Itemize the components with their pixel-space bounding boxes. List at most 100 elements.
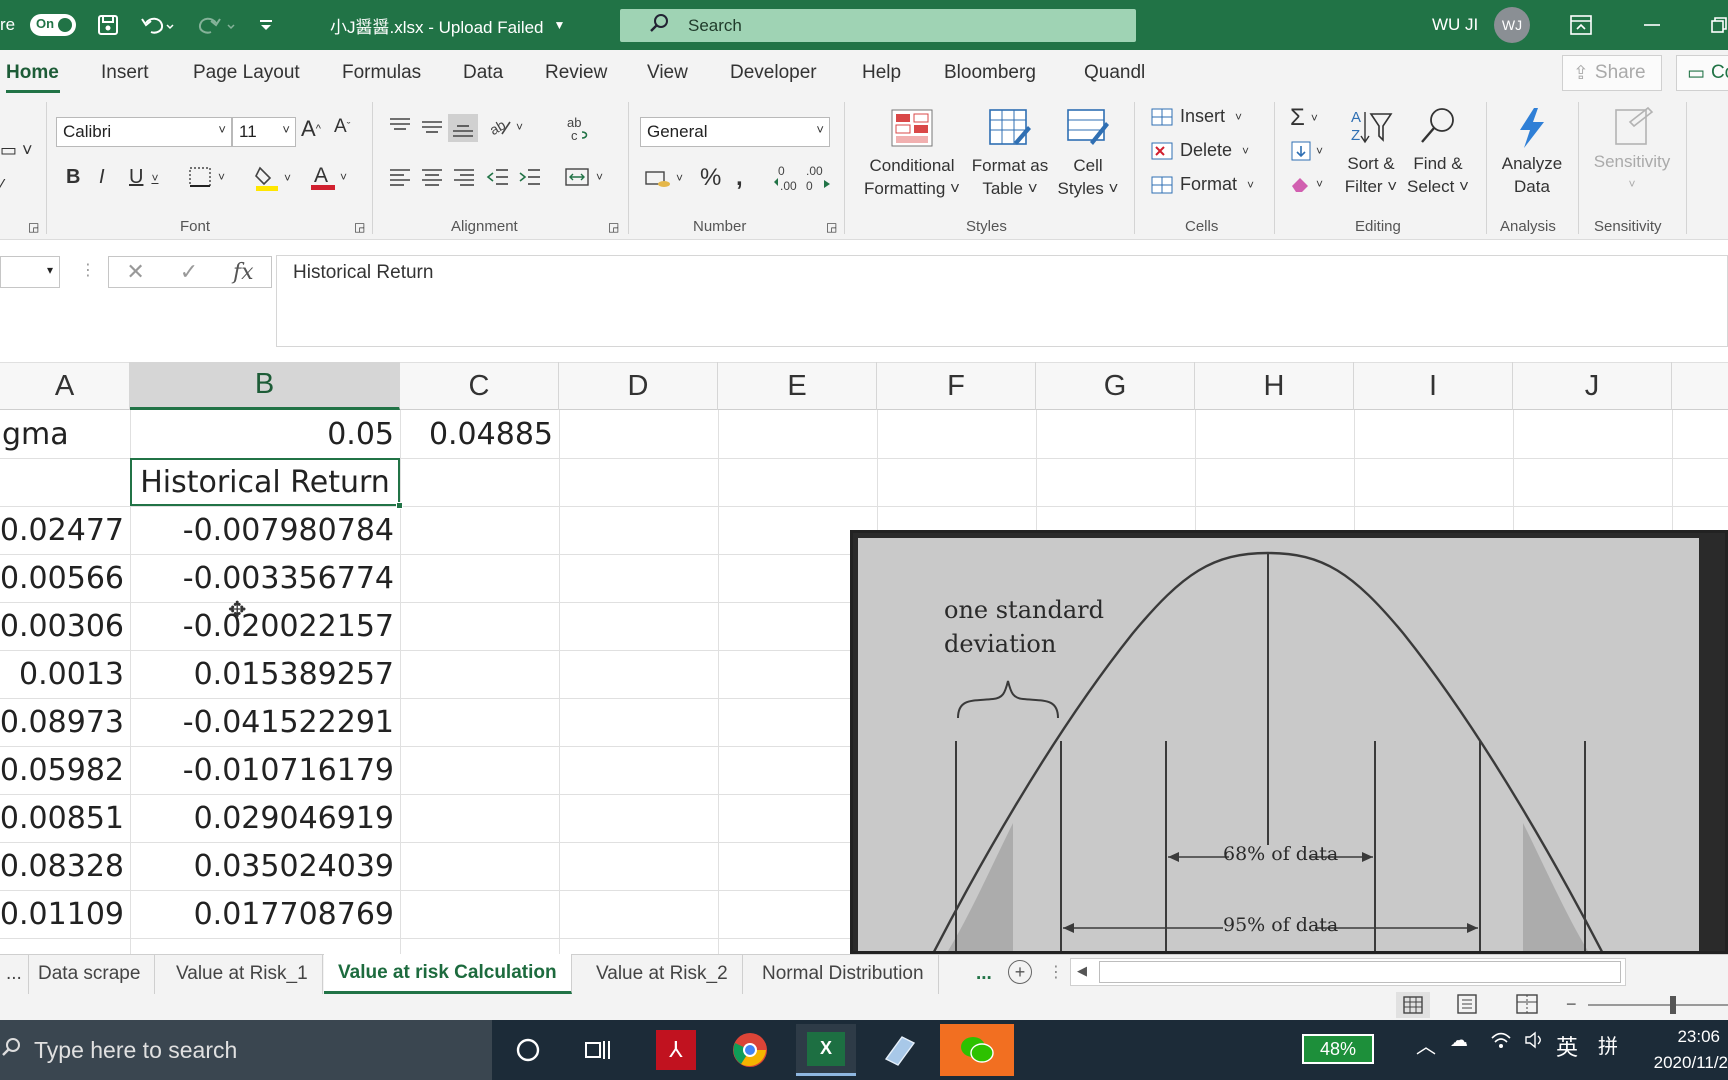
format-painter-icon[interactable]: ⁄ [0,176,3,197]
normal-view-icon[interactable] [1396,992,1430,1018]
wechat-icon[interactable] [940,1024,1014,1076]
zoom-slider-thumb[interactable] [1670,996,1676,1014]
insert-cells-button[interactable]: Insert ˅ [1150,106,1242,127]
sheet-tab-normal-distribution[interactable]: Normal Distribution [748,954,939,994]
redo-icon[interactable] [196,0,240,50]
user-name[interactable]: WU JI [1432,0,1478,50]
ribbon-display-icon[interactable] [1570,0,1592,50]
cell-b9[interactable]: 0.029046919 [130,794,400,842]
column-header-b[interactable]: B [130,362,400,410]
column-header-h[interactable]: H [1195,362,1354,410]
customize-qat-icon[interactable] [258,0,274,50]
taskbar-search-box[interactable]: Type here to search [0,1020,492,1080]
font-size-combo[interactable]: 11 ˅ [232,117,296,147]
cell-a3[interactable]: -0.02477 [0,506,130,554]
sheet-tab-value-at-risk-calculation[interactable]: Value at risk Calculation [324,954,572,994]
sheet-tabs-more[interactable]: ... [962,954,1006,994]
cell-a5[interactable]: -0.00306 [0,602,130,650]
tab-page-layout[interactable]: Page Layout [193,62,300,84]
cell-b7[interactable]: -0.041522291 [130,698,400,746]
decrease-indent-icon[interactable] [486,168,510,186]
tab-splitter-icon[interactable]: ⋮ [1048,962,1064,982]
autosum-icon[interactable]: Σ ˅ [1290,104,1318,132]
share-button[interactable]: ⇪ Share [1562,55,1662,91]
column-header-e[interactable]: E [718,362,877,410]
excel-icon[interactable]: X [796,1024,856,1076]
align-left-icon[interactable] [388,168,412,186]
formula-input[interactable]: Historical Return [276,255,1728,347]
normal-distribution-picture[interactable]: one standard deviation 68% of data 95% o… [850,530,1728,954]
ime-mode-indicator[interactable]: 拼 [1598,1030,1618,1059]
number-launcher-icon[interactable]: ◲ [826,220,837,234]
format-as-table-button[interactable]: Format as Table ˅ [968,108,1052,200]
minimize-icon[interactable] [1642,0,1662,50]
restore-icon[interactable] [1710,0,1728,50]
cortana-icon[interactable] [498,1024,558,1076]
underline-button[interactable]: U ˅ [129,166,158,189]
save-icon[interactable] [96,0,120,50]
alignment-launcher-icon[interactable]: ◲ [608,220,619,234]
zoom-slider[interactable] [1588,1004,1728,1006]
zoom-out-icon[interactable]: − [1566,994,1577,1015]
find-select-button[interactable]: Find & Select ˅ [1404,106,1472,198]
volume-icon[interactable] [1524,1030,1546,1055]
cell-b11[interactable]: 0.017708769 [130,890,400,938]
cell-a8[interactable]: -0.05982 [0,746,130,794]
sensitivity-button[interactable]: Sensitivity ˅ [1584,104,1680,196]
tab-data[interactable]: Data [463,62,503,84]
cell-a1[interactable]: gma [0,410,130,458]
column-header-a[interactable]: A [0,362,130,410]
cell-b8[interactable]: -0.010716179 [130,746,400,794]
page-layout-view-icon[interactable] [1456,994,1478,1019]
chevron-up-icon[interactable]: ︿ [1416,1030,1436,1059]
cell-a10[interactable]: -0.08328 [0,842,130,890]
fill-color-icon[interactable]: ˅ [254,164,291,192]
cell-a11[interactable]: -0.01109 [0,890,130,938]
avatar[interactable]: WJ [1494,0,1530,50]
notes-app-icon[interactable] [870,1024,930,1076]
battery-indicator[interactable]: 48% [1302,1034,1374,1064]
cell-styles-button[interactable]: Cell Styles ˅ [1054,108,1122,200]
page-break-view-icon[interactable] [1516,994,1538,1019]
wifi-icon[interactable] [1490,1030,1512,1055]
increase-indent-icon[interactable] [518,168,542,186]
bold-button[interactable]: B [66,166,80,189]
name-box[interactable]: ▾ [0,256,60,288]
cell-a6[interactable]: 0.0013 [0,650,130,698]
cell-b10[interactable]: 0.035024039 [130,842,400,890]
font-color-icon[interactable]: A ˅ [310,162,347,192]
search-box[interactable]: Search [620,9,1136,42]
analyze-data-button[interactable]: Analyze Data [1494,106,1570,198]
document-title[interactable]: 小J醤醤.xlsx - Upload Failed ▼ [330,0,565,50]
wrap-text-icon[interactable]: ab c [566,116,592,142]
fill-icon[interactable]: ˅ [1290,140,1323,162]
chrome-icon[interactable] [720,1024,780,1076]
copy-icon[interactable]: ▭ ˅ [0,140,33,161]
cancel-icon[interactable]: ✕ [126,259,144,285]
number-format-combo[interactable]: General ˅ [640,117,830,147]
conditional-formatting-button[interactable]: Conditional Formatting ˅ [858,108,966,200]
comma-style-button[interactable]: , [736,164,743,192]
font-name-combo[interactable]: Calibri ˅ [56,117,232,147]
align-middle-icon[interactable] [420,116,444,136]
borders-icon[interactable]: ˅ [188,166,225,188]
enter-icon[interactable]: ✓ [180,259,198,285]
task-view-icon[interactable] [568,1024,628,1076]
tab-help[interactable]: Help [862,62,901,84]
tab-quandl[interactable]: Quandl [1084,62,1145,84]
cell-b5[interactable]: -0.020022157 [130,602,400,650]
clock[interactable]: 23:06 2020/11/2 [1640,1024,1728,1076]
undo-icon[interactable] [140,0,174,50]
acrobat-icon[interactable]: ⅄ [646,1024,706,1076]
sort-filter-button[interactable]: AZ Sort & Filter ˅ [1340,106,1402,198]
align-bottom-icon[interactable] [448,114,478,142]
clipboard-launcher-icon[interactable]: ◲ [28,220,39,234]
column-header-j[interactable]: J [1513,362,1672,410]
percent-style-button[interactable]: % [700,164,721,192]
column-header-c[interactable]: C [400,362,559,410]
italic-button[interactable]: I [99,166,105,189]
scroll-left-icon[interactable]: ◀ [1077,963,1087,979]
column-header-i[interactable]: I [1354,362,1513,410]
cell-b3[interactable]: -0.007980784 [130,506,400,554]
orientation-icon[interactable]: ab ˅ [488,116,523,138]
